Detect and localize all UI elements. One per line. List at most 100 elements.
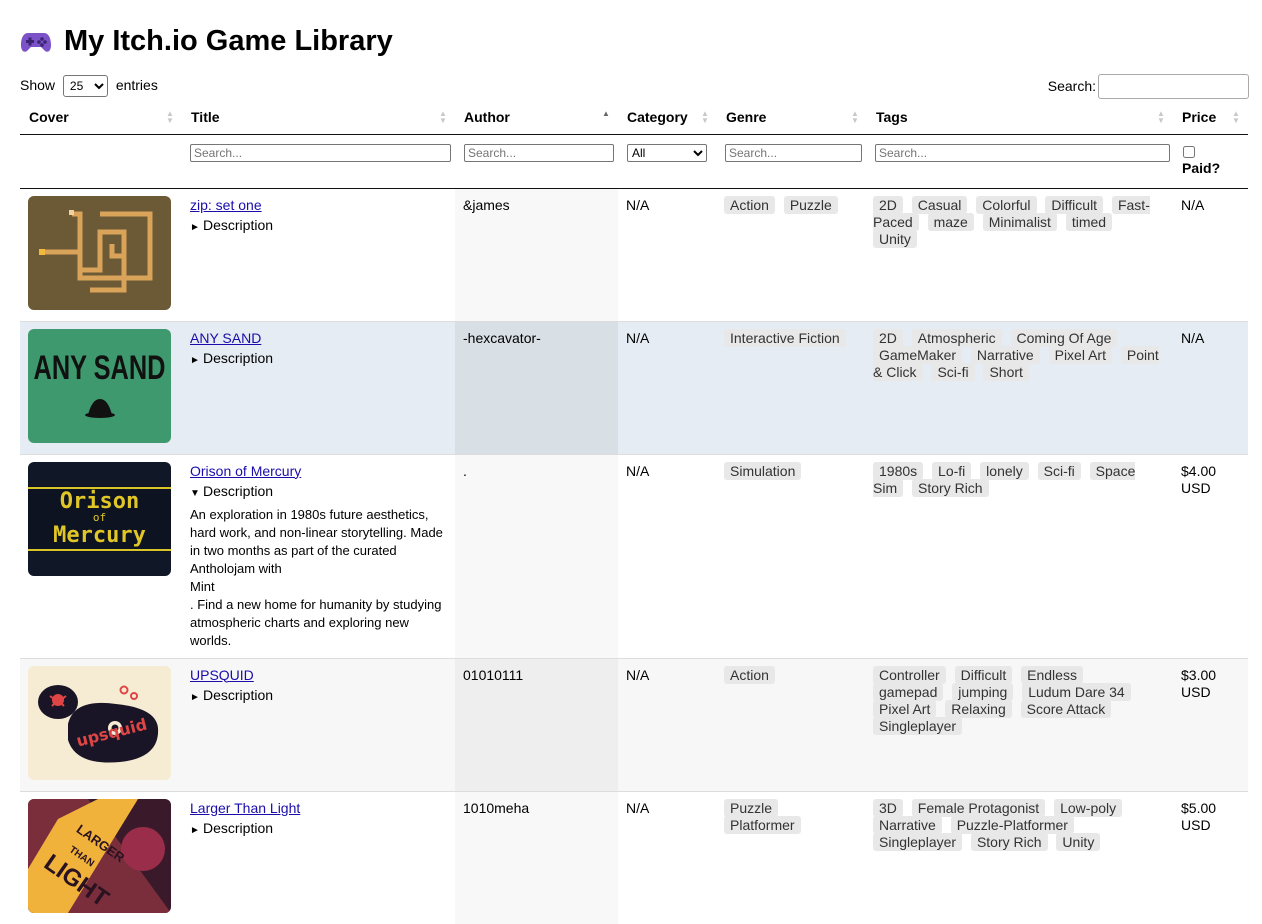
- tag-chip[interactable]: Female Protagonist: [911, 798, 1046, 817]
- page-size-select[interactable]: 25: [62, 75, 108, 97]
- tag-chip[interactable]: Singleplayer: [873, 716, 963, 735]
- category-cell: N/A: [618, 320, 717, 454]
- description-toggle[interactable]: ► Description: [190, 350, 447, 369]
- genre-tag[interactable]: Simulation: [724, 461, 802, 480]
- title-cell: Larger Than Light ► Description: [182, 790, 455, 924]
- header-row: Cover ▲ ▼ Title ▲ ▼ Author ▲ Category ▲ ▼ Genre…: [20, 100, 1248, 135]
- tags-filter-input[interactable]: [875, 143, 1170, 162]
- tag-chip[interactable]: Narrative: [873, 815, 942, 834]
- title-cell: zip: set one ► Description: [182, 187, 455, 321]
- paid-filter[interactable]: Paid?: [1182, 145, 1248, 176]
- column-header-category[interactable]: Category ▲ ▼: [618, 100, 717, 135]
- tag-chip[interactable]: Low-poly: [1054, 798, 1123, 817]
- sort-icon: ▲ ▼: [439, 109, 447, 125]
- tag-chip[interactable]: maze: [927, 212, 974, 231]
- author-cell: .: [455, 453, 618, 658]
- game-title-link[interactable]: UPSQUID: [190, 667, 447, 684]
- tag-chip[interactable]: 2D: [873, 328, 903, 347]
- game-title-link[interactable]: zip: set one: [190, 197, 447, 214]
- tag-chip[interactable]: Ludum Dare 34: [1022, 682, 1131, 701]
- tag-chip[interactable]: Controller: [873, 665, 946, 684]
- tag-chip[interactable]: GameMaker: [873, 345, 963, 364]
- sort-icon: ▲ ▼: [166, 109, 174, 125]
- tag-chip[interactable]: Story Rich: [912, 478, 989, 497]
- sort-icon: ▲ ▼: [1232, 109, 1240, 125]
- disclosure-triangle-icon: ►: [190, 221, 200, 233]
- tag-chip[interactable]: Endless: [1021, 665, 1083, 684]
- tag-chip[interactable]: Singleplayer: [873, 832, 963, 851]
- tag-chip[interactable]: Story Rich: [970, 832, 1048, 851]
- tag-chip[interactable]: Difficult: [1045, 195, 1104, 214]
- larger-than-light-cover[interactable]: LARGER THAN LIGHT: [28, 798, 171, 913]
- tag-chip[interactable]: Atmospheric: [911, 328, 1002, 347]
- price-cell: $4.00 USD: [1173, 453, 1248, 658]
- tag-chip[interactable]: Sci-fi: [931, 362, 975, 381]
- game-title-link[interactable]: Orison of Mercury: [190, 463, 447, 480]
- genre-tag[interactable]: Platformer: [724, 815, 801, 834]
- global-search: Search:: [1048, 73, 1249, 99]
- tag-chip[interactable]: Coming Of Age: [1010, 328, 1118, 347]
- table-row: ANY SAND ANY SAND ► Description -hexcavat…: [20, 320, 1248, 454]
- description-toggle[interactable]: ► Description: [190, 217, 447, 236]
- genre-tag[interactable]: Interactive Fiction: [724, 328, 846, 347]
- tags-cell: 2D Casual Colorful Difficult Fast-Paced …: [867, 187, 1173, 321]
- paid-checkbox[interactable]: [1183, 145, 1195, 158]
- game-library-table: Cover ▲ ▼ Title ▲ ▼ Author ▲ Category ▲ ▼ Genre…: [20, 100, 1248, 924]
- tag-chip[interactable]: Score Attack: [1020, 699, 1112, 718]
- description-label: Description: [203, 482, 274, 499]
- table-controls: Show 25 entries Search:: [20, 72, 1249, 100]
- tag-chip[interactable]: timed: [1065, 212, 1113, 231]
- tag-chip[interactable]: 3D: [873, 798, 903, 817]
- column-header-tags[interactable]: Tags ▲ ▼: [867, 100, 1173, 135]
- game-title-link[interactable]: Larger Than Light: [190, 800, 447, 817]
- tag-chip[interactable]: gamepad: [873, 682, 944, 701]
- category-cell: N/A: [618, 453, 717, 658]
- disclosure-triangle-icon: ►: [190, 824, 200, 836]
- description-toggle[interactable]: ▼ Description: [190, 483, 447, 502]
- price-cell: $3.00 USD: [1173, 657, 1248, 791]
- tag-chip[interactable]: Unity: [873, 229, 917, 248]
- column-header-genre[interactable]: Genre ▲ ▼: [717, 100, 867, 135]
- genre-tag[interactable]: Action: [724, 195, 775, 214]
- author-filter-input[interactable]: [464, 143, 614, 162]
- any-sand-cover[interactable]: ANY SAND: [28, 328, 171, 443]
- tag-chip[interactable]: Short: [983, 362, 1029, 381]
- tag-chip[interactable]: Lo-fi: [932, 461, 972, 480]
- genre-cell: Action: [717, 657, 867, 791]
- page-title: My Itch.io Game Library: [20, 0, 1248, 64]
- upsquid-cover[interactable]: upsquid: [28, 665, 171, 780]
- tag-chip[interactable]: 2D: [873, 195, 903, 214]
- tag-chip[interactable]: Narrative: [970, 345, 1040, 364]
- title-filter-input[interactable]: [190, 143, 451, 162]
- game-title-link[interactable]: ANY SAND: [190, 330, 447, 347]
- genre-filter-input[interactable]: [725, 143, 862, 162]
- genre-tag[interactable]: Action: [724, 665, 775, 684]
- description-toggle[interactable]: ► Description: [190, 820, 447, 839]
- search-input[interactable]: [1098, 73, 1249, 99]
- column-header-author[interactable]: Author ▲: [455, 100, 618, 135]
- column-header-price[interactable]: Price ▲ ▼: [1173, 100, 1248, 135]
- tag-chip[interactable]: Pixel Art: [1048, 345, 1112, 364]
- orison-cover[interactable]: Orison of Mercury: [28, 461, 171, 576]
- tag-chip[interactable]: lonely: [980, 461, 1029, 480]
- tag-chip[interactable]: Difficult: [954, 665, 1013, 684]
- tag-chip[interactable]: jumping: [952, 682, 1014, 701]
- tag-chip[interactable]: Pixel Art: [873, 699, 937, 718]
- tag-chip[interactable]: Relaxing: [945, 699, 1012, 718]
- description-toggle[interactable]: ► Description: [190, 687, 447, 706]
- column-header-cover[interactable]: Cover ▲ ▼: [20, 100, 182, 135]
- table-row: Orison of Mercury Orison of Mercury ▼ Des…: [20, 453, 1248, 658]
- tag-chip[interactable]: 1980s: [873, 461, 924, 480]
- tag-chip[interactable]: Puzzle-Platformer: [950, 815, 1074, 834]
- tag-chip[interactable]: Casual: [911, 195, 968, 214]
- tag-chip[interactable]: Sci-fi: [1037, 461, 1081, 480]
- column-header-title[interactable]: Title ▲ ▼: [182, 100, 455, 135]
- genre-tag[interactable]: Puzzle: [724, 798, 779, 817]
- title-cell: UPSQUID ► Description: [182, 657, 455, 791]
- category-filter-select[interactable]: All: [627, 143, 707, 162]
- tag-chip[interactable]: Minimalist: [982, 212, 1057, 231]
- maze-cover[interactable]: [28, 195, 171, 310]
- genre-tag[interactable]: Puzzle: [783, 195, 838, 214]
- tag-chip[interactable]: Colorful: [976, 195, 1037, 214]
- tag-chip[interactable]: Unity: [1056, 832, 1101, 851]
